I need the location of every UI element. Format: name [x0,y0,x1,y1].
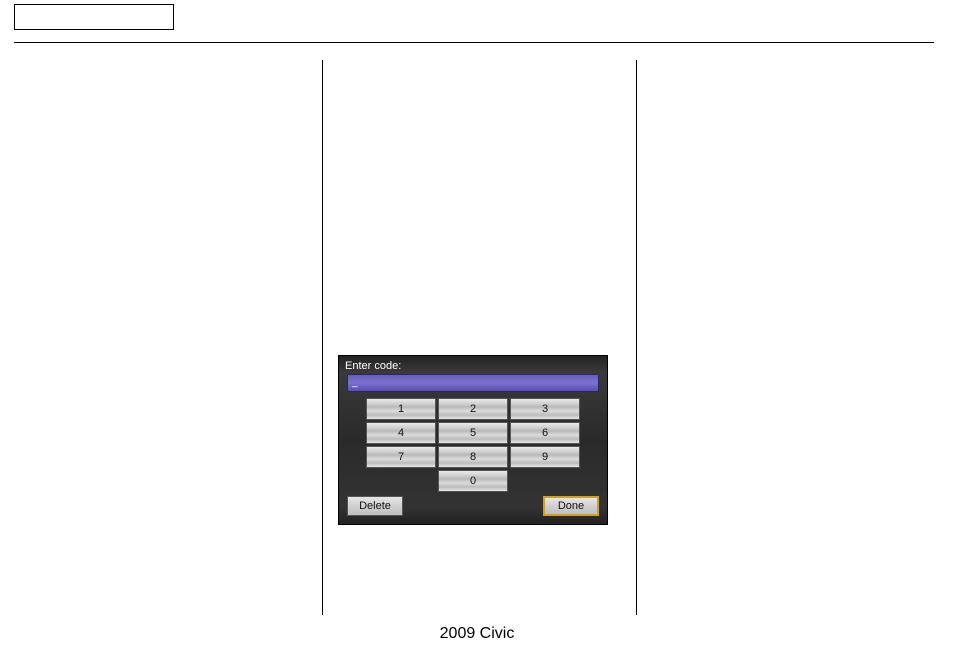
code-input-field[interactable]: _ [347,374,599,392]
column-divider-left [322,60,323,615]
key-4[interactable]: 4 [366,422,436,444]
enter-code-screen: Enter code: _ 1 2 3 4 5 6 7 8 9 0 Delete… [338,355,608,525]
key-0[interactable]: 0 [438,470,508,492]
enter-code-label: Enter code: [339,356,607,374]
key-9[interactable]: 9 [510,446,580,468]
column-divider-right [636,60,637,615]
bottom-button-row: Delete Done [339,496,607,516]
top-empty-box [14,4,174,30]
key-5[interactable]: 5 [438,422,508,444]
key-8[interactable]: 8 [438,446,508,468]
key-3[interactable]: 3 [510,398,580,420]
done-button[interactable]: Done [543,496,599,516]
key-6[interactable]: 6 [510,422,580,444]
footer-text: 2009 Civic [0,625,954,643]
key-2[interactable]: 2 [438,398,508,420]
horizontal-rule [14,42,934,43]
key-7[interactable]: 7 [366,446,436,468]
key-1[interactable]: 1 [366,398,436,420]
numeric-keypad: 1 2 3 4 5 6 7 8 9 0 [339,398,607,492]
delete-button[interactable]: Delete [347,496,403,516]
